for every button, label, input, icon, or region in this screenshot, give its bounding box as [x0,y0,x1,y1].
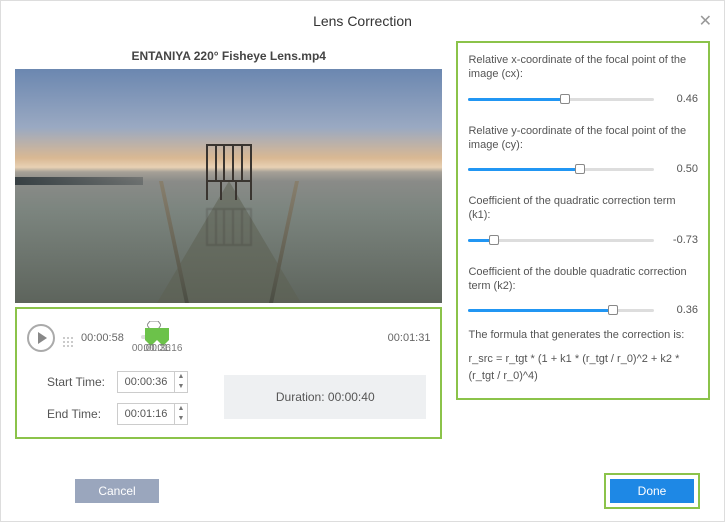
title-bar: Lens Correction ✕ [1,1,724,41]
param-label: Relative y-coordinate of the focal point… [468,124,698,153]
cancel-button[interactable]: Cancel [75,479,159,503]
start-time-down-icon[interactable]: ▼ [175,382,187,392]
slider-thumb[interactable] [608,305,618,315]
slider-thumb[interactable] [489,235,499,245]
slider-thumb[interactable] [560,94,570,104]
param-value: -0.73 [662,234,698,246]
play-icon [38,332,47,344]
timeline-track[interactable]: 00:00:36 00:01:16 [141,323,167,353]
play-button[interactable] [27,324,55,352]
param-slider[interactable] [468,92,654,106]
total-time: 00:01:31 [175,332,430,344]
playback-controls: 00:00:58 00:00:36 [15,307,442,439]
param-value: 0.46 [662,93,698,105]
param-label: Coefficient of the double quadratic corr… [468,265,698,294]
end-time-input[interactable] [118,404,174,424]
param-3: Coefficient of the double quadratic corr… [468,265,698,318]
start-time-up-icon[interactable]: ▲ [175,372,187,382]
param-slider[interactable] [468,303,654,317]
param-1: Relative y-coordinate of the focal point… [468,124,698,177]
slider-thumb[interactable] [575,164,585,174]
param-value: 0.50 [662,163,698,175]
correction-parameters: Relative x-coordinate of the focal point… [456,41,710,400]
param-slider[interactable] [468,233,654,247]
formula-text: r_src = r_tgt * (1 + k1 * (r_tgt / r_0)^… [468,351,698,384]
lens-correction-dialog: Lens Correction ✕ ENTANIYA 220° Fisheye … [0,0,725,522]
dialog-title: Lens Correction [313,13,412,29]
video-filename: ENTANIYA 220° Fisheye Lens.mp4 [15,49,442,63]
end-time-field[interactable]: ▲ ▼ [117,403,188,425]
end-time-label: End Time: [47,407,109,421]
drag-grip-icon[interactable] [63,337,73,339]
param-2: Coefficient of the quadratic correction … [468,194,698,247]
current-time: 00:00:58 [81,332,133,344]
param-label: Coefficient of the quadratic correction … [468,194,698,223]
param-0: Relative x-coordinate of the focal point… [468,53,698,106]
video-preview [15,69,442,303]
range-end-timecode: 00:01:16 [144,343,183,354]
param-slider[interactable] [468,162,654,176]
param-label: Relative x-coordinate of the focal point… [468,53,698,82]
end-time-down-icon[interactable]: ▼ [175,414,187,424]
formula-label: The formula that generates the correctio… [468,329,698,341]
end-time-up-icon[interactable]: ▲ [175,404,187,414]
start-time-label: Start Time: [47,375,109,389]
duration-display: Duration: 00:00:40 [224,375,426,419]
param-value: 0.36 [662,304,698,316]
done-button[interactable]: Done [610,479,694,503]
done-button-highlight: Done [604,473,700,509]
start-time-input[interactable] [118,372,174,392]
start-time-field[interactable]: ▲ ▼ [117,371,188,393]
close-icon[interactable]: ✕ [699,11,712,31]
